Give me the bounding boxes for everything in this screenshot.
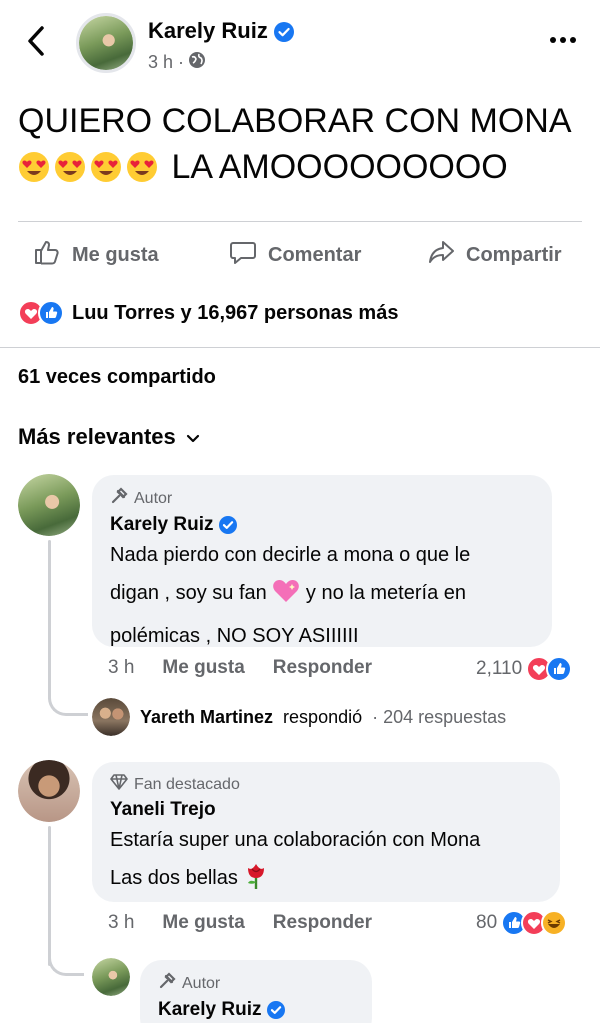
commenter-name[interactable]: Yaneli Trejo — [110, 799, 542, 821]
divider — [0, 347, 600, 348]
comment-reactions[interactable]: 2,110 — [476, 656, 573, 682]
like-reaction-icon — [546, 656, 573, 682]
author-badge: Autor — [110, 487, 534, 510]
diamond-icon — [110, 774, 128, 795]
thread-line — [48, 826, 51, 966]
top-fan-badge: Fan destacado — [110, 774, 542, 795]
comment-bubble: Autor Karely Ruiz Nada pierdo con decirl… — [92, 475, 552, 647]
share-count[interactable]: 61 veces compartido — [18, 366, 216, 389]
comment-time[interactable]: 3 h — [108, 657, 134, 679]
heart-eyes-emoji-icon — [54, 149, 86, 182]
comment-reactions[interactable]: 80 — [476, 910, 568, 936]
more-options-icon[interactable] — [548, 30, 578, 50]
commenter-name[interactable]: Karely Ruiz — [110, 514, 534, 536]
thumbs-up-icon — [32, 237, 62, 273]
post-author[interactable]: Karely Ruiz — [148, 18, 294, 44]
heart-eyes-emoji-icon — [126, 149, 158, 182]
comment-meta: 3 h Me gusta Responder — [108, 657, 372, 679]
like-button[interactable]: Me gusta — [32, 236, 159, 274]
verified-badge-icon — [219, 516, 238, 534]
thread-line — [48, 540, 51, 700]
post-text: QUIERO COLABORAR CON MONA LA AMOOOOOOOOO — [18, 102, 572, 186]
post-timestamp[interactable]: 3 h · — [148, 51, 206, 74]
comment-text: Estaría super una colaboración con Mona … — [110, 821, 542, 903]
rose-emoji-icon — [243, 862, 269, 903]
microphone-icon — [110, 487, 128, 510]
share-arrow-icon — [426, 237, 456, 273]
reactions-summary[interactable]: Luu Torres y 16,967 personas más — [18, 300, 398, 326]
replier-avatar — [92, 698, 130, 736]
comment-meta: 3 h Me gusta Responder — [108, 912, 372, 934]
microphone-icon — [158, 972, 176, 995]
author-avatar[interactable] — [76, 13, 136, 73]
share-button[interactable]: Compartir — [426, 236, 562, 274]
comment-time[interactable]: 3 h — [108, 912, 134, 934]
reply-author-avatar[interactable] — [92, 958, 130, 996]
reply-bubble: Autor Karely Ruiz — [140, 960, 372, 1023]
back-arrow-icon[interactable] — [22, 24, 52, 58]
author-badge: Autor — [158, 972, 354, 995]
globe-icon — [188, 51, 206, 74]
like-reaction-icon — [38, 300, 64, 326]
thread-connector — [48, 950, 84, 976]
comment-like-button[interactable]: Me gusta — [162, 657, 244, 679]
commenter-avatar[interactable] — [18, 474, 80, 536]
heart-eyes-emoji-icon — [90, 149, 122, 182]
profile-photo — [79, 16, 133, 70]
comment-text: Nada pierdo con decirle a mona o que le … — [110, 544, 471, 647]
thread-connector — [48, 690, 88, 716]
comment-like-button[interactable]: Me gusta — [162, 912, 244, 934]
verified-badge-icon — [273, 22, 294, 43]
commenter-avatar[interactable] — [18, 760, 80, 822]
view-replies-link[interactable]: Yareth Martinez respondió · 204 respuest… — [92, 698, 506, 736]
sparkling-heart-emoji-icon — [272, 578, 300, 617]
verified-badge-icon — [267, 1001, 286, 1019]
speech-bubble-icon — [228, 237, 258, 273]
divider — [18, 221, 582, 222]
comment-reply-button[interactable]: Responder — [273, 912, 372, 934]
comment-bubble: Fan destacado Yaneli Trejo Estaría super… — [92, 762, 560, 902]
reply-author-name[interactable]: Karely Ruiz — [158, 999, 354, 1021]
sort-dropdown[interactable]: Más relevantes — [18, 424, 200, 450]
comment-reply-button[interactable]: Responder — [273, 657, 372, 679]
comment-button[interactable]: Comentar — [228, 236, 361, 274]
haha-reaction-icon — [541, 910, 568, 936]
heart-eyes-emoji-icon — [18, 149, 50, 182]
chevron-down-icon — [186, 424, 200, 450]
